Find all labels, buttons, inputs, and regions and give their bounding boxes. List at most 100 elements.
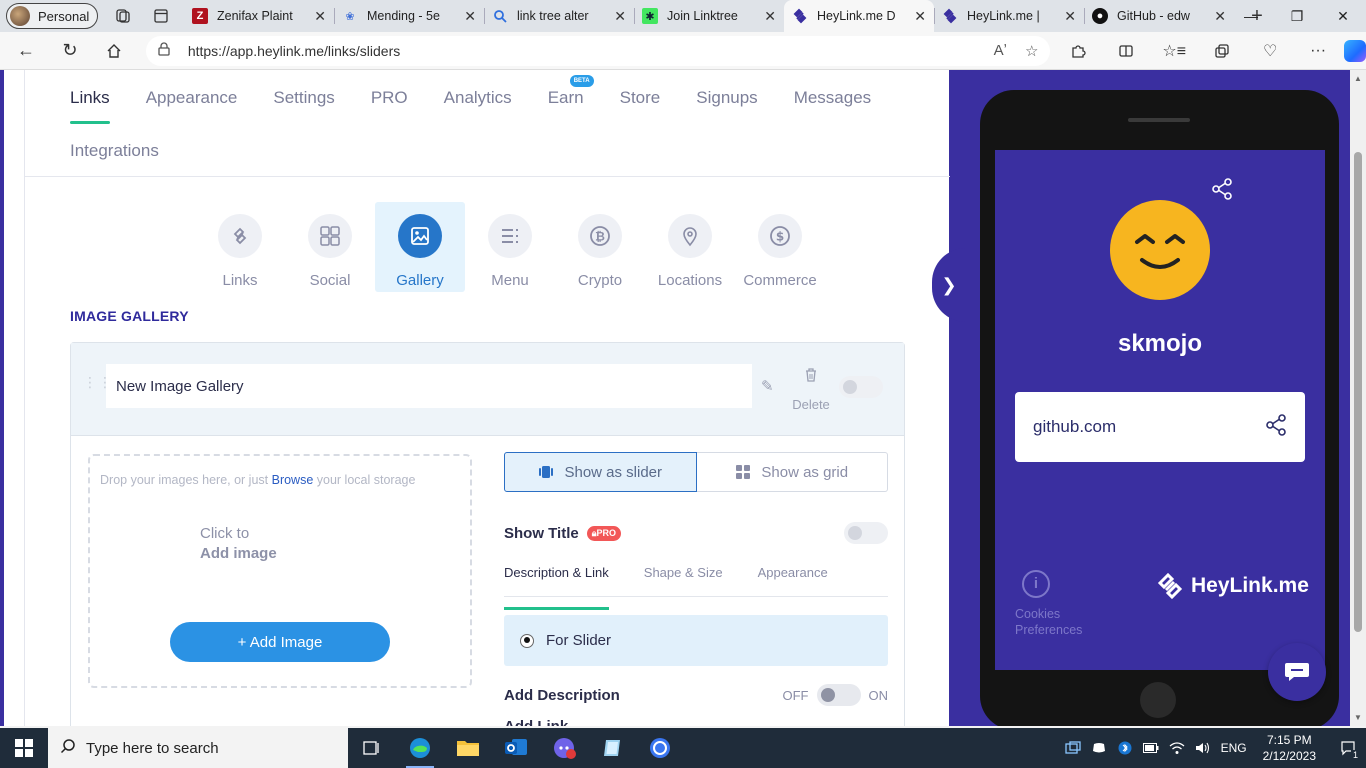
tab-shape-size[interactable]: Shape & Size bbox=[644, 565, 723, 596]
image-dropzone[interactable]: Drop your images here, or just Browse yo… bbox=[88, 454, 472, 688]
browser-tab[interactable]: Z Zenifax Plaint ✕ bbox=[184, 0, 334, 32]
category-locations[interactable]: Locations bbox=[645, 202, 735, 292]
close-icon[interactable]: ✕ bbox=[914, 8, 926, 25]
browser-tab[interactable]: HeyLink.me | ✕ bbox=[934, 0, 1084, 32]
edge-taskbar-icon[interactable] bbox=[396, 728, 444, 768]
nav-analytics[interactable]: Analytics bbox=[444, 88, 512, 108]
notification-count: 1 bbox=[1350, 750, 1360, 760]
nav-links[interactable]: Links bbox=[70, 88, 110, 124]
discord-tray-icon[interactable] bbox=[1091, 740, 1107, 756]
close-icon[interactable]: ✕ bbox=[464, 8, 476, 25]
gallery-name-input[interactable] bbox=[106, 364, 752, 408]
for-slider-option[interactable]: For Slider bbox=[504, 615, 888, 666]
workspaces-icon[interactable] bbox=[110, 3, 136, 29]
taskbar-search-box[interactable]: Type here to search bbox=[48, 728, 348, 768]
wifi-icon[interactable] bbox=[1169, 740, 1185, 756]
split-screen-icon[interactable] bbox=[1106, 36, 1146, 66]
category-label: Menu bbox=[491, 272, 529, 289]
collections-icon[interactable] bbox=[1202, 36, 1242, 66]
bluetooth-icon[interactable] bbox=[1117, 740, 1133, 756]
category-links[interactable]: Links bbox=[195, 202, 285, 292]
extensions-icon[interactable] bbox=[1058, 36, 1098, 66]
discord-taskbar-icon[interactable] bbox=[540, 728, 588, 768]
read-aloud-icon[interactable]: Aʼ bbox=[994, 42, 1007, 59]
scroll-down-icon[interactable]: ▼ bbox=[1354, 713, 1362, 722]
refresh-icon[interactable]: ↻ bbox=[52, 36, 88, 66]
close-icon[interactable]: ✕ bbox=[1064, 8, 1076, 25]
close-icon[interactable]: ✕ bbox=[614, 8, 626, 25]
page-scrollbar[interactable]: ▲ ▼ bbox=[1350, 70, 1366, 726]
nav-settings[interactable]: Settings bbox=[273, 88, 334, 108]
volume-icon[interactable] bbox=[1195, 740, 1211, 756]
share-icon[interactable] bbox=[1265, 413, 1287, 441]
show-as-grid-option[interactable]: Show as grid bbox=[696, 452, 888, 492]
gallery-visibility-toggle[interactable] bbox=[839, 376, 883, 398]
browser-tab[interactable]: link tree alter ✕ bbox=[484, 0, 634, 32]
edit-pencil-icon[interactable]: ✎ bbox=[761, 377, 774, 395]
browse-link[interactable]: Browse bbox=[272, 473, 314, 487]
close-icon[interactable]: ✕ bbox=[764, 8, 776, 25]
nav-integrations[interactable]: Integrations bbox=[70, 141, 159, 161]
tab-actions-icon[interactable] bbox=[148, 3, 174, 29]
category-commerce[interactable]: $ Commerce bbox=[735, 202, 825, 292]
nav-earn[interactable]: Earn BETA bbox=[548, 75, 594, 108]
add-description-toggle[interactable] bbox=[816, 684, 861, 706]
add-image-button[interactable]: + Add Image bbox=[170, 622, 390, 662]
scroll-up-icon[interactable]: ▲ bbox=[1354, 74, 1362, 83]
share-icon[interactable] bbox=[1211, 178, 1233, 205]
nav-store[interactable]: Store bbox=[620, 88, 661, 108]
category-menu[interactable]: Menu bbox=[465, 202, 555, 292]
nav-messages[interactable]: Messages bbox=[794, 88, 871, 108]
close-window-icon[interactable]: ✕ bbox=[1320, 0, 1366, 32]
minimize-icon[interactable]: — bbox=[1228, 0, 1274, 32]
copilot-icon[interactable] bbox=[1344, 39, 1366, 62]
show-title-toggle[interactable] bbox=[844, 522, 888, 544]
category-social[interactable]: Social bbox=[285, 202, 375, 292]
category-gallery[interactable]: Gallery bbox=[375, 202, 465, 292]
task-view-icon[interactable] bbox=[348, 728, 396, 768]
click-to-add-image[interactable]: Click to Add image bbox=[200, 524, 277, 564]
more-options-icon[interactable]: ··· bbox=[1298, 36, 1338, 66]
scrollbar-thumb[interactable] bbox=[1354, 152, 1362, 632]
file-explorer-icon[interactable] bbox=[444, 728, 492, 768]
favorites-icon[interactable]: ☆≡ bbox=[1154, 36, 1194, 66]
restore-icon[interactable]: ❐ bbox=[1274, 0, 1320, 32]
browser-essentials-icon[interactable]: ♡ bbox=[1250, 36, 1290, 66]
delete-button[interactable]: Delete bbox=[791, 367, 831, 412]
notifications-icon[interactable]: 1 bbox=[1340, 740, 1360, 760]
editor-content: Links Appearance Settings PRO Analytics … bbox=[24, 70, 950, 726]
category-crypto[interactable]: ₿ Crypto bbox=[555, 202, 645, 292]
preview-link-card[interactable]: github.com bbox=[1015, 392, 1305, 462]
lock-icon[interactable] bbox=[158, 42, 172, 59]
nav-appearance[interactable]: Appearance bbox=[146, 88, 238, 108]
cookies-preferences-button[interactable]: i Cookies Preferences bbox=[1015, 570, 1082, 638]
nav-signups[interactable]: Signups bbox=[696, 88, 757, 108]
battery-icon[interactable] bbox=[1142, 740, 1159, 756]
home-icon[interactable] bbox=[96, 36, 132, 66]
nav-pro[interactable]: PRO bbox=[371, 88, 408, 108]
profile-button[interactable]: Personal bbox=[6, 3, 98, 29]
tab-description-link[interactable]: Description & Link bbox=[504, 565, 609, 610]
browser-tab[interactable]: ❀ Mending - 5e ✕ bbox=[334, 0, 484, 32]
notes-app-icon[interactable] bbox=[588, 728, 636, 768]
close-icon[interactable]: ✕ bbox=[314, 8, 326, 25]
network-icon[interactable] bbox=[1064, 740, 1081, 756]
clock[interactable]: 7:15 PM 2/12/2023 bbox=[1263, 732, 1316, 764]
heylink-logo[interactable]: HeyLink.me bbox=[1155, 571, 1309, 601]
browser-tab[interactable]: ● GitHub - edw ✕ bbox=[1084, 0, 1234, 32]
chat-support-button[interactable] bbox=[1268, 643, 1326, 701]
tab-title: Join Linktree bbox=[667, 9, 738, 23]
tab-appearance[interactable]: Appearance bbox=[758, 565, 828, 596]
close-icon[interactable]: ✕ bbox=[1214, 8, 1226, 25]
browser-tab-active[interactable]: HeyLink.me D ✕ bbox=[784, 0, 934, 32]
signal-app-icon[interactable] bbox=[636, 728, 684, 768]
show-as-slider-option[interactable]: Show as slider bbox=[504, 452, 697, 492]
url-field[interactable]: https://app.heylink.me/links/sliders Aʼ … bbox=[145, 35, 1051, 66]
windows-start-icon[interactable] bbox=[0, 728, 48, 768]
for-slider-radio[interactable] bbox=[520, 633, 534, 648]
browser-tab[interactable]: ✱ Join Linktree ✕ bbox=[634, 0, 784, 32]
language-indicator[interactable]: ENG bbox=[1221, 741, 1247, 755]
favorite-star-icon[interactable]: ☆ bbox=[1025, 42, 1038, 60]
back-icon[interactable]: ← bbox=[8, 36, 44, 66]
outlook-icon[interactable] bbox=[492, 728, 540, 768]
